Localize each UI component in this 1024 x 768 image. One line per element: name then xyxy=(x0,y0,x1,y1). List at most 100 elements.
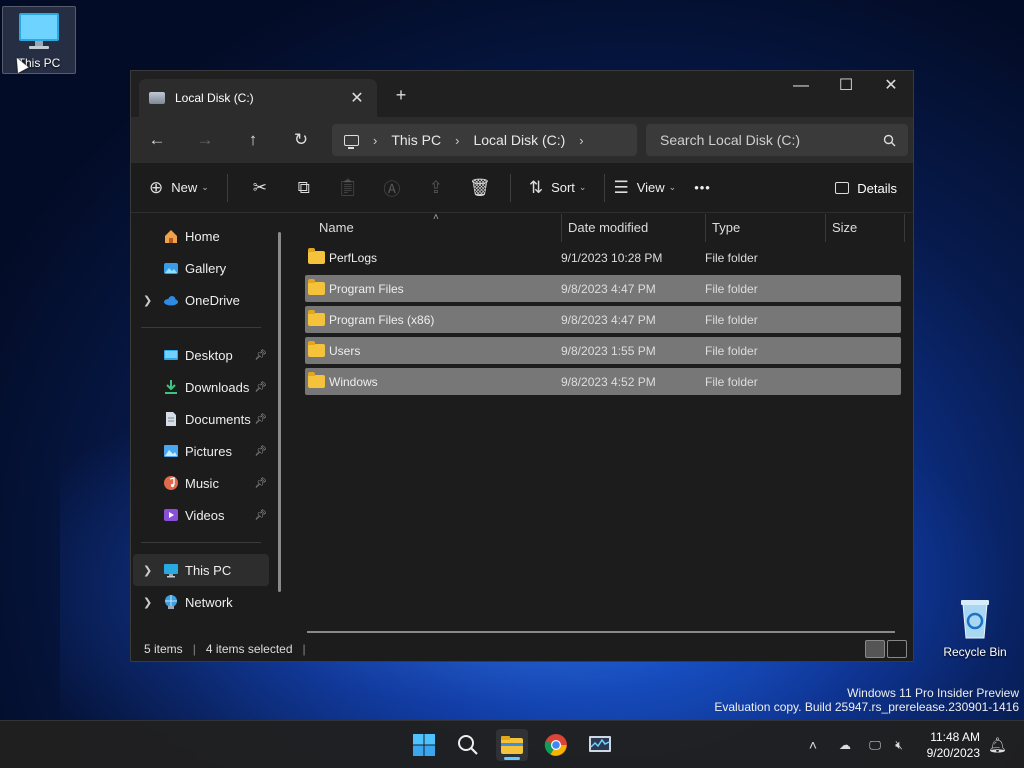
file-type: File folder xyxy=(705,312,758,327)
view-button[interactable]: ☰ View ⌄ xyxy=(613,172,676,204)
forward-button[interactable]: → xyxy=(187,124,223,156)
search-icon xyxy=(458,735,478,755)
explorer-body: Home Gallery ❯ OneDrive Desktop 📌︎ Downl… xyxy=(131,212,913,637)
sidebar-item-home[interactable]: Home xyxy=(131,220,289,252)
sidebar-item-music[interactable]: Music 📌︎ xyxy=(131,467,289,499)
sidebar-item-pictures[interactable]: Pictures 📌︎ xyxy=(131,435,289,467)
desktop-icon-recycle-bin[interactable]: Recycle Bin xyxy=(938,596,1012,659)
maximize-button[interactable]: ☐ xyxy=(823,71,869,103)
paste-button[interactable]: 📋︎ xyxy=(334,172,362,204)
chevron-right-icon[interactable]: ❯ xyxy=(143,596,152,609)
column-header-size[interactable]: Size xyxy=(825,214,905,242)
file-row[interactable]: Users 9/8/2023 1:55 PM File folder xyxy=(305,337,901,364)
folder-icon xyxy=(308,372,325,388)
videos-icon xyxy=(164,509,178,521)
file-row[interactable]: Program Files 9/8/2023 4:47 PM File fold… xyxy=(305,275,901,302)
breadcrumb-separator[interactable]: › xyxy=(579,133,583,148)
back-button[interactable]: ← xyxy=(139,124,175,156)
file-type: File folder xyxy=(705,281,758,296)
minimize-button[interactable]: — xyxy=(778,71,824,103)
volume-muted-icon[interactable]: 🔇︎ xyxy=(890,738,908,753)
sort-icon: ⇅ xyxy=(528,177,544,197)
sidebar-item-desktop[interactable]: Desktop 📌︎ xyxy=(131,339,289,371)
column-header-name[interactable]: Name xyxy=(319,214,561,242)
pin-icon: 📌︎ xyxy=(254,445,267,457)
breadcrumb-this-pc[interactable]: This PC xyxy=(391,132,441,148)
breadcrumb-separator[interactable]: › xyxy=(455,133,459,148)
sort-ascending-icon: ˄ xyxy=(433,212,439,223)
chevron-up-icon[interactable]: ˄ xyxy=(804,737,822,753)
chevron-right-icon[interactable]: ❯ xyxy=(143,564,152,577)
file-row[interactable]: Program Files (x86) 9/8/2023 4:47 PM Fil… xyxy=(305,306,901,333)
sidebar-item-this-pc[interactable]: ❯ This PC xyxy=(133,554,269,586)
home-icon xyxy=(165,230,177,243)
pictures-icon xyxy=(164,445,178,457)
file-name: Program Files (x86) xyxy=(329,312,435,327)
share-button[interactable]: ⇪ xyxy=(422,172,450,204)
sort-button[interactable]: ⇅ Sort ⌄ xyxy=(529,172,587,204)
copy-button[interactable]: ⧉ xyxy=(290,172,318,204)
more-button[interactable]: ••• xyxy=(694,172,711,204)
up-button[interactable]: ↑ xyxy=(235,124,271,156)
start-button[interactable] xyxy=(408,729,440,761)
column-header-date[interactable]: Date modified xyxy=(561,214,705,242)
network-status-icon[interactable]: 🖵︎ xyxy=(866,738,884,753)
downloads-icon xyxy=(165,380,177,394)
item-count: 5 items xyxy=(144,642,183,656)
file-row[interactable]: Windows 9/8/2023 4:52 PM File folder xyxy=(305,368,901,395)
breadcrumb-local-disk[interactable]: Local Disk (C:) xyxy=(473,132,565,148)
rename-button[interactable]: Ⓐ xyxy=(378,172,406,204)
desktop-icon-label: Recycle Bin xyxy=(943,645,1007,659)
selection-count: 4 items selected xyxy=(205,642,293,656)
sort-label: Sort xyxy=(551,180,575,195)
sidebar-item-label: Videos xyxy=(185,507,225,523)
new-button[interactable]: ⊕ New ⌄ xyxy=(149,172,209,204)
folder-icon xyxy=(308,248,325,264)
search-input[interactable]: Search Local Disk (C:) xyxy=(646,124,908,156)
sidebar-divider xyxy=(141,327,261,328)
tab-close-button[interactable]: ✕ xyxy=(347,88,367,108)
refresh-button[interactable]: ↻ xyxy=(283,124,319,156)
folder-icon xyxy=(308,310,325,326)
onedrive-status-icon[interactable]: ☁︎ xyxy=(836,738,854,752)
copy-icon: ⧉ xyxy=(297,177,310,197)
column-header-type[interactable]: Type xyxy=(705,214,825,242)
scissors-icon: ✂ xyxy=(252,177,267,197)
sidebar-scrollbar[interactable] xyxy=(278,232,281,592)
sidebar-item-gallery[interactable]: Gallery xyxy=(131,252,289,284)
sidebar-item-label: Downloads xyxy=(185,379,250,395)
sidebar-item-network[interactable]: ❯ Network xyxy=(131,586,289,618)
details-view-button[interactable] xyxy=(865,640,885,658)
sidebar-item-documents[interactable]: Documents 📌︎ xyxy=(131,403,289,435)
close-button[interactable]: ✕ xyxy=(868,71,914,103)
breadcrumb-separator[interactable]: › xyxy=(373,133,377,148)
watermark-line-2: Evaluation copy. Build 25947.rs_prerelea… xyxy=(714,700,1019,714)
address-bar[interactable]: › This PC › Local Disk (C:) › xyxy=(332,124,637,156)
clock[interactable]: 11:48 AM 9/20/2023 xyxy=(927,729,980,761)
sidebar-item-videos[interactable]: Videos 📌︎ xyxy=(131,499,289,531)
horizontal-scrollbar[interactable] xyxy=(307,631,895,633)
bell-icon[interactable]: 🔔︎ xyxy=(988,736,1007,754)
new-tab-button[interactable]: + xyxy=(389,83,413,107)
chevron-right-icon[interactable]: ❯ xyxy=(143,294,152,307)
delete-button[interactable]: 🗑︎ xyxy=(466,172,494,204)
resource-monitor-icon xyxy=(589,736,611,752)
file-type: File folder xyxy=(705,250,758,265)
chevron-down-icon: ⌄ xyxy=(201,182,209,192)
tab-local-disk[interactable]: Local Disk (C:) ✕ xyxy=(139,79,377,117)
file-row[interactable]: PerfLogs 9/1/2023 10:28 PM File folder xyxy=(305,244,901,271)
cut-button[interactable]: ✂ xyxy=(246,172,274,204)
details-pane-button[interactable]: Details xyxy=(835,172,897,204)
tiles-view-button[interactable] xyxy=(887,640,907,658)
taskbar-chrome[interactable] xyxy=(540,729,572,761)
taskbar-resource-monitor[interactable] xyxy=(584,729,616,761)
taskbar-search-button[interactable] xyxy=(452,729,484,761)
more-icon: ••• xyxy=(694,180,711,195)
sidebar-item-downloads[interactable]: Downloads 📌︎ xyxy=(131,371,289,403)
file-type: File folder xyxy=(705,374,758,389)
taskbar-file-explorer[interactable] xyxy=(496,729,528,761)
search-placeholder: Search Local Disk (C:) xyxy=(660,132,801,148)
sidebar-item-onedrive[interactable]: ❯ OneDrive xyxy=(131,284,289,316)
new-label: New xyxy=(171,180,198,195)
clock-date: 9/20/2023 xyxy=(926,746,980,760)
